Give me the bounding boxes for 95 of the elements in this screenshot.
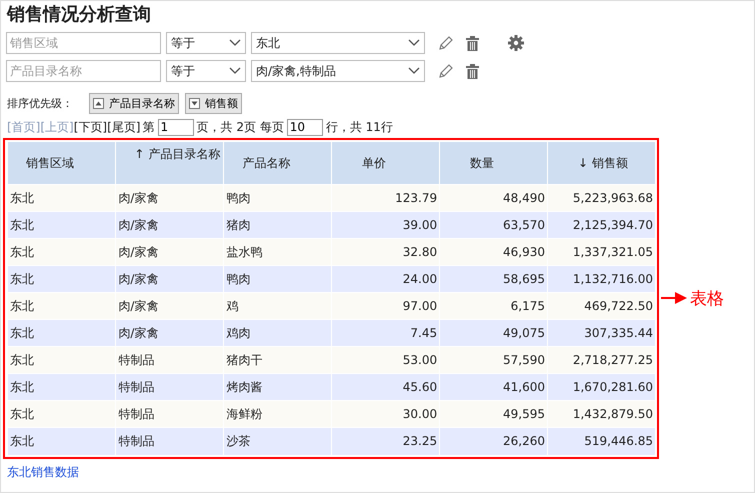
field-input[interactable]: 销售区域: [6, 32, 161, 54]
table-cell: 鸡肉: [224, 320, 332, 346]
table-cell: 东北: [8, 184, 116, 212]
table-cell: 1,337,321.05: [548, 238, 656, 266]
table-cell: 猪肉干: [224, 346, 332, 374]
pager-text: 第: [142, 118, 154, 136]
table-cell: 30.00: [332, 400, 440, 428]
column-header[interactable]: ↓ 销售额: [548, 142, 656, 184]
sort-button[interactable]: 产品目录名称: [89, 92, 179, 114]
table-cell: 46,930: [440, 238, 548, 266]
table-cell: 57,590: [440, 346, 548, 374]
page-input[interactable]: 1: [158, 118, 194, 136]
pencil-icon[interactable]: [438, 63, 453, 79]
table-cell: 肉/家禽: [116, 320, 224, 346]
table-cell: 盐水鸭: [224, 238, 332, 266]
table-cell: 鸭肉: [224, 266, 332, 292]
chevron-icon: [229, 67, 241, 75]
table-cell: 东北: [8, 428, 116, 454]
footer-link[interactable]: 东北销售数据: [7, 464, 79, 478]
table-cell: 烤肉酱: [224, 374, 332, 400]
table-cell: 肉/家禽: [116, 184, 224, 212]
table-cell: 2,125,394.70: [548, 212, 656, 238]
page-title: 销售情况分析查询: [6, 3, 152, 27]
column-header[interactable]: 产品名称: [224, 142, 332, 184]
trash-icon[interactable]: [466, 64, 479, 78]
pager-link[interactable]: [尾页]: [107, 118, 140, 136]
pager-link[interactable]: [下页]: [74, 118, 108, 136]
table-cell: 32.80: [332, 238, 440, 266]
value-select[interactable]: 肉/家禽,特制品: [251, 60, 425, 82]
value-select[interactable]: 东北: [251, 32, 425, 54]
chevron-icon: [408, 39, 420, 47]
table-cell: 特制品: [116, 400, 224, 428]
table-cell: 东北: [8, 374, 116, 400]
table-cell: 63,570: [440, 212, 548, 238]
table-cell: 鸡: [224, 292, 332, 320]
table-cell: 东北: [8, 400, 116, 428]
rows-per-page-input[interactable]: 10: [286, 118, 323, 136]
table-cell: 1,670,281.60: [548, 374, 656, 400]
table-cell: 特制品: [116, 374, 224, 400]
table-cell: 58,695: [440, 266, 548, 292]
annotation-label: 表格: [690, 288, 724, 310]
pencil-icon[interactable]: [438, 35, 453, 51]
operator-select[interactable]: 等于: [166, 60, 246, 82]
column-header[interactable]: ↑ 产品目录名称: [116, 142, 224, 184]
table-cell: 97.00: [332, 292, 440, 320]
table-cell: 1,132,716.00: [548, 266, 656, 292]
settings-icon[interactable]: [508, 35, 524, 51]
table-cell: 23.25: [332, 428, 440, 454]
table-cell: 特制品: [116, 428, 224, 454]
sort-button[interactable]: 销售额: [185, 92, 242, 114]
table-cell: 东北: [8, 320, 116, 346]
table-cell: 49,595: [440, 400, 548, 428]
table-cell: 49,075: [440, 320, 548, 346]
sort-priority-label: 排序优先级：: [7, 96, 73, 110]
pager-text: 行，共 11行: [326, 118, 393, 136]
column-header[interactable]: 单价: [332, 142, 440, 184]
operator-select[interactable]: 等于: [166, 32, 246, 54]
table-cell: 鸭肉: [224, 184, 332, 212]
table-cell: 24.00: [332, 266, 440, 292]
table-cell: 东北: [8, 212, 116, 238]
table-cell: 东北: [8, 238, 116, 266]
table-cell: 307,335.44: [548, 320, 656, 346]
table-cell: 海鲜粉: [224, 400, 332, 428]
table-cell: 41,600: [440, 374, 548, 400]
table-cell: 39.00: [332, 212, 440, 238]
table-cell: 48,490: [440, 184, 548, 212]
table-cell: 1,432,879.50: [548, 400, 656, 428]
table-cell: 7.45: [332, 320, 440, 346]
table-cell: 123.79: [332, 184, 440, 212]
table-cell: 肉/家禽: [116, 266, 224, 292]
column-header[interactable]: 数量: [440, 142, 548, 184]
table-cell: 东北: [8, 346, 116, 374]
pager-text: 页，共 2页 每页: [196, 118, 284, 136]
table-cell: 东北: [8, 292, 116, 320]
table-cell: 469,722.50: [548, 292, 656, 320]
chevron-icon: [408, 67, 420, 75]
table-cell: 2,718,277.25: [548, 346, 656, 374]
table-cell: 5,223,963.68: [548, 184, 656, 212]
table-cell: 肉/家禽: [116, 292, 224, 320]
table-cell: 26,260: [440, 428, 548, 454]
table-cell: 519,446.85: [548, 428, 656, 454]
table-cell: 猪肉: [224, 212, 332, 238]
table-cell: 53.00: [332, 346, 440, 374]
table-cell: 肉/家禽: [116, 238, 224, 266]
table-cell: 45.60: [332, 374, 440, 400]
table-cell: 6,175: [440, 292, 548, 320]
table-cell: 肉/家禽: [116, 212, 224, 238]
column-header[interactable]: 销售区域: [8, 142, 116, 184]
trash-icon[interactable]: [466, 36, 479, 50]
chevron-icon: [229, 39, 241, 47]
arrow-icon: [661, 292, 687, 304]
table-cell: 东北: [8, 266, 116, 292]
field-input[interactable]: 产品目录名称: [6, 60, 161, 82]
table-cell: 特制品: [116, 346, 224, 374]
table-cell: 沙茶: [224, 428, 332, 454]
